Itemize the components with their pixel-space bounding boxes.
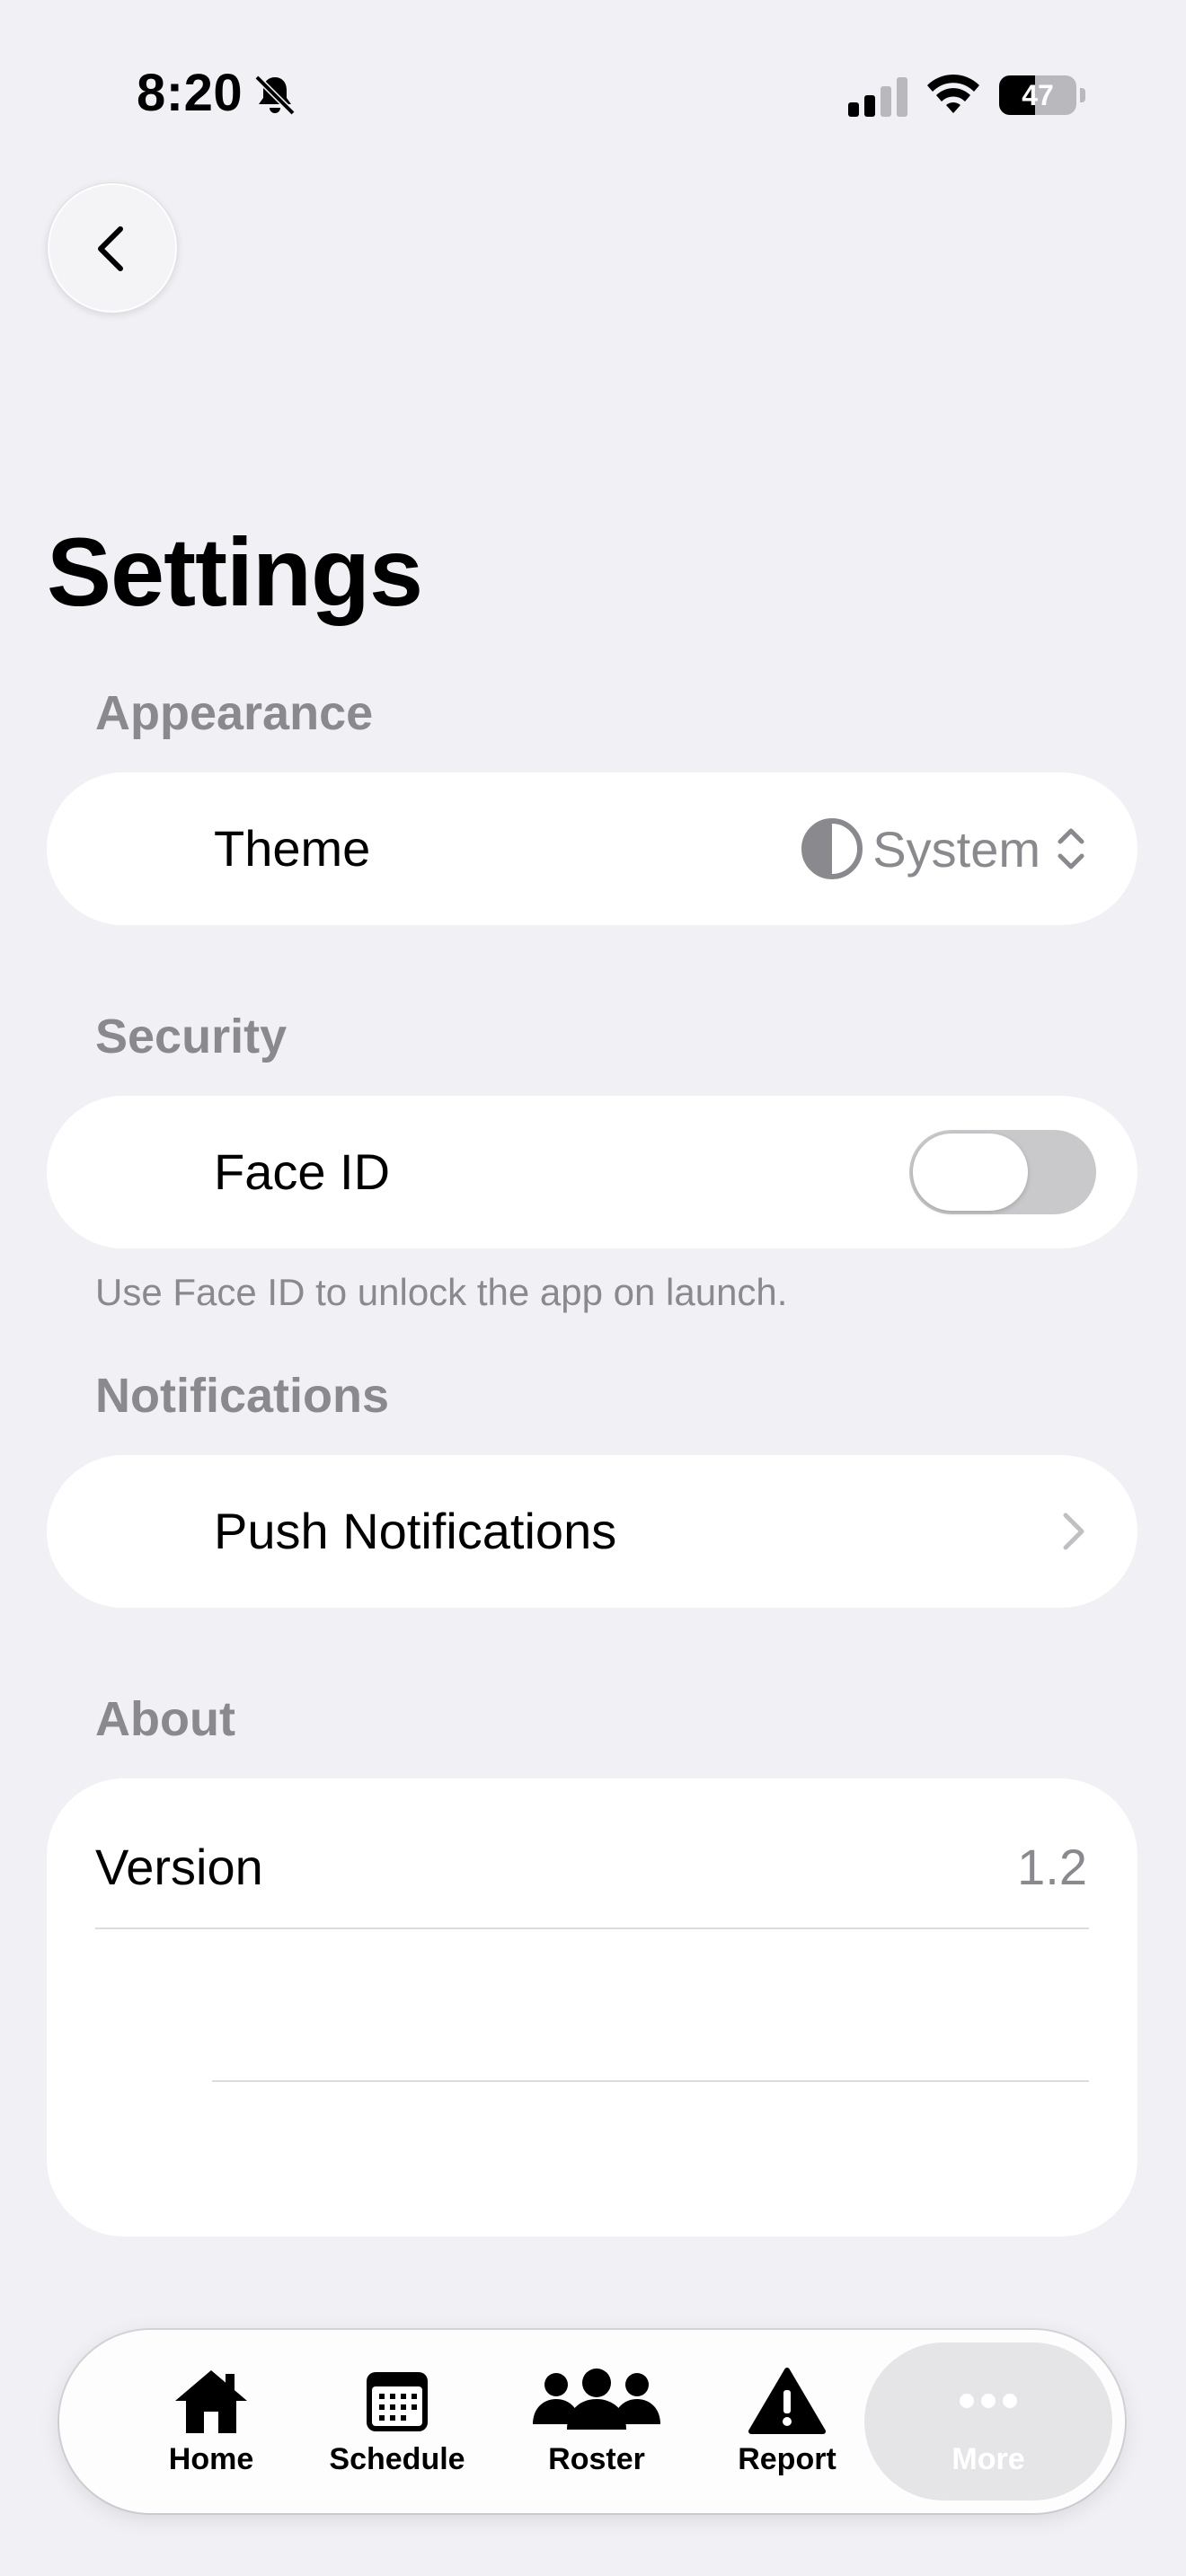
chevron-right-icon bbox=[1063, 1513, 1084, 1550]
face-id-row: Face ID bbox=[47, 1096, 1137, 1248]
section-header-about: About bbox=[95, 1692, 235, 1746]
calendar-icon bbox=[367, 2371, 428, 2431]
push-notifications-label: Push Notifications bbox=[214, 1503, 617, 1559]
theme-label: Theme bbox=[214, 820, 371, 877]
push-notifications-row[interactable]: Push Notifications bbox=[47, 1455, 1137, 1608]
contrast-icon bbox=[801, 818, 863, 879]
version-label: Version bbox=[95, 1839, 263, 1895]
tab-label: Schedule bbox=[329, 2441, 465, 2476]
battery-level: 47 bbox=[1022, 79, 1054, 111]
theme-row[interactable]: Theme System bbox=[47, 772, 1137, 925]
section-header-notifications: Notifications bbox=[95, 1369, 390, 1423]
tab-label: Roster bbox=[548, 2441, 645, 2476]
status-bar: 8:20 47 bbox=[0, 0, 1186, 180]
tab-home[interactable]: Home bbox=[137, 2330, 286, 2513]
theme-picker[interactable]: System bbox=[801, 817, 1087, 880]
back-button[interactable] bbox=[47, 182, 178, 313]
tab-label: More bbox=[951, 2441, 1025, 2476]
warning-icon bbox=[748, 2367, 826, 2434]
cellular-signal-icon bbox=[848, 77, 907, 117]
face-id-toggle[interactable] bbox=[909, 1130, 1096, 1214]
theme-value: System bbox=[872, 820, 1040, 878]
ellipsis-icon bbox=[960, 2393, 1017, 2408]
divider bbox=[212, 2080, 1089, 2082]
house-icon bbox=[175, 2369, 247, 2433]
section-header-security: Security bbox=[95, 1010, 288, 1063]
face-id-footnote: Use Face ID to unlock the app on launch. bbox=[95, 1271, 788, 1313]
version-value: 1.2 bbox=[1017, 1839, 1087, 1895]
tab-roster[interactable]: Roster bbox=[512, 2330, 681, 2513]
about-card: Version 1.2 bbox=[47, 1778, 1137, 2236]
chevron-up-down-icon bbox=[1058, 828, 1084, 869]
battery-indicator: 47 bbox=[999, 75, 1085, 115]
tab-schedule[interactable]: Schedule bbox=[316, 2330, 478, 2513]
tab-more[interactable]: More bbox=[864, 2330, 1112, 2513]
tab-report[interactable]: Report bbox=[715, 2330, 859, 2513]
tab-bar: Home Schedule Roster Report More bbox=[59, 2330, 1125, 2513]
chevron-left-icon bbox=[98, 226, 123, 271]
toggle-knob bbox=[913, 1134, 1028, 1211]
tab-label: Home bbox=[168, 2441, 254, 2476]
page-title: Settings bbox=[47, 517, 423, 626]
tab-label: Report bbox=[738, 2441, 836, 2476]
divider bbox=[95, 1928, 1089, 1929]
face-id-label: Face ID bbox=[214, 1143, 391, 1200]
wifi-icon bbox=[927, 74, 979, 113]
bell-off-icon bbox=[254, 75, 296, 116]
people-icon bbox=[533, 2368, 660, 2430]
status-time: 8:20 bbox=[137, 64, 243, 122]
section-header-appearance: Appearance bbox=[95, 686, 374, 740]
